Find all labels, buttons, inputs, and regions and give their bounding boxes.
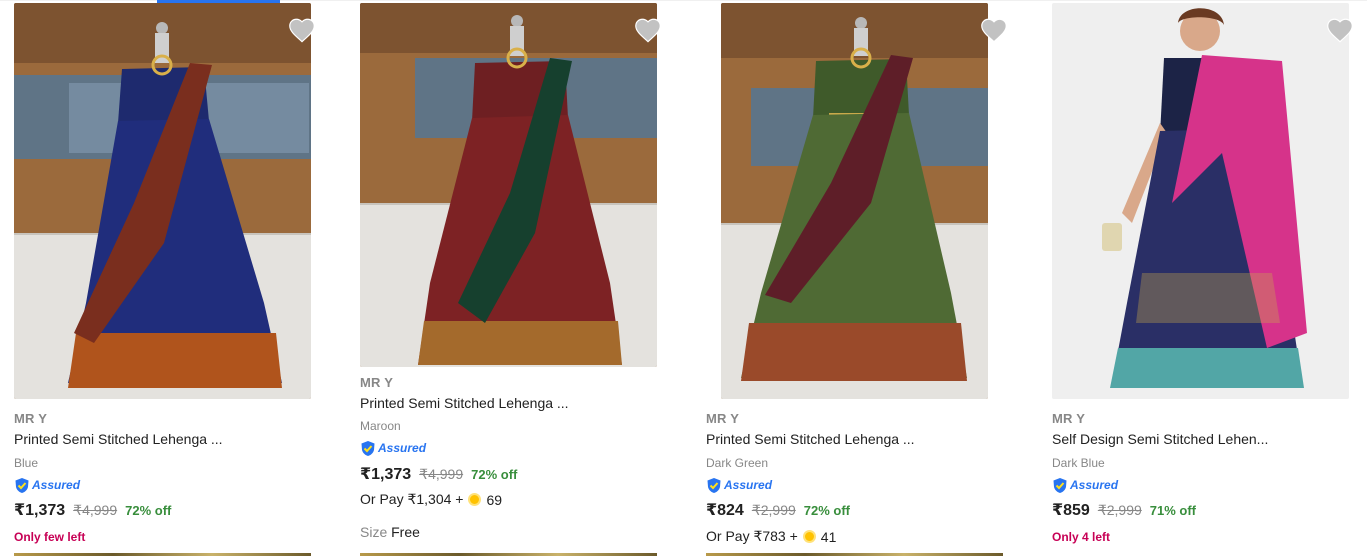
discount-percent: 72% off [471, 467, 518, 482]
or-pay-amount: Or Pay ₹783 + [706, 528, 798, 544]
product-image-3[interactable] [721, 3, 988, 399]
assured-label: Assured [32, 478, 81, 492]
product-card-3[interactable]: MR Y Printed Semi Stitched Lehenga ... D… [692, 0, 1022, 556]
product-color: Blue [14, 456, 39, 470]
product-card-4[interactable]: MR Y Self Design Semi Stitched Lehen... … [1038, 0, 1367, 556]
product-image-4[interactable] [1052, 3, 1349, 399]
product-color: Dark Blue [1052, 456, 1105, 470]
wishlist-heart-icon[interactable] [980, 17, 1008, 43]
price-row: ₹824 ₹2,999 72% off [706, 500, 850, 520]
wishlist-heart-icon[interactable] [1326, 17, 1354, 43]
assured-label: Assured [724, 478, 773, 492]
price-row: ₹1,373 ₹4,999 72% off [360, 464, 517, 484]
discount-percent: 72% off [125, 503, 172, 518]
coin-count: 69 [486, 491, 503, 508]
discount-percent: 71% off [1149, 503, 1197, 518]
supercoin-icon [468, 493, 482, 506]
selling-price: ₹859 [1052, 502, 1090, 519]
assured-shield-icon [1053, 477, 1067, 493]
size-value: Free [391, 524, 420, 540]
supercoin-icon [802, 530, 816, 543]
assured-label: Assured [378, 441, 427, 455]
or-pay-amount: Or Pay ₹1,304 + [360, 491, 464, 507]
price-row: ₹859 ₹2,999 71% off [1052, 500, 1196, 520]
product-card-2[interactable]: MR Y Printed Semi Stitched Lehenga ... M… [346, 0, 676, 556]
product-title[interactable]: Printed Semi Stitched Lehenga ... [706, 431, 915, 447]
selling-price: ₹824 [706, 502, 744, 519]
original-price: ₹2,999 [751, 502, 796, 518]
or-pay-with-coins: Or Pay ₹783 + 41 [706, 528, 836, 545]
assured-shield-icon [15, 477, 29, 493]
product-title[interactable]: Printed Semi Stitched Lehenga ... [360, 395, 569, 411]
product-brand: MR Y [14, 411, 48, 426]
assured-shield-icon [361, 440, 375, 456]
assured-shield-icon [707, 477, 721, 493]
product-brand: MR Y [706, 411, 740, 426]
product-image-2[interactable] [360, 3, 657, 367]
lehenga-mannequin-image [14, 3, 311, 399]
stock-note: Only 4 left [1052, 530, 1111, 544]
assured-badge: Assured [1052, 476, 1118, 494]
assured-label: Assured [1070, 478, 1119, 492]
product-color: Maroon [360, 419, 401, 433]
assured-badge: Assured [14, 476, 80, 494]
product-brand: MR Y [360, 375, 394, 390]
wishlist-heart-icon[interactable] [288, 17, 316, 43]
price-row: ₹1,373 ₹4,999 72% off [14, 500, 171, 520]
product-title[interactable]: Self Design Semi Stitched Lehen... [1052, 431, 1268, 447]
product-brand: MR Y [1052, 411, 1086, 426]
lehenga-mannequin-image [360, 3, 657, 367]
discount-percent: 72% off [803, 503, 851, 518]
lehenga-mannequin-image [721, 3, 988, 399]
coin-count: 41 [820, 528, 837, 545]
size-label: Size [360, 524, 388, 540]
product-image-1[interactable] [14, 3, 311, 399]
product-title[interactable]: Printed Semi Stitched Lehenga ... [14, 431, 223, 447]
wishlist-heart-icon[interactable] [634, 17, 662, 43]
or-pay-with-coins: Or Pay ₹1,304 + 69 [360, 491, 502, 508]
original-price: ₹2,999 [1097, 502, 1142, 518]
original-price: ₹4,999 [73, 502, 118, 518]
lehenga-model-image [1052, 3, 1349, 399]
assured-badge: Assured [360, 439, 426, 457]
assured-badge: Assured [706, 476, 772, 494]
selling-price: ₹1,373 [360, 466, 412, 483]
product-card-1[interactable]: MR Y Printed Semi Stitched Lehenga ... B… [0, 0, 330, 556]
size-info: Size Free [360, 524, 420, 540]
original-price: ₹4,999 [419, 466, 464, 482]
selling-price: ₹1,373 [14, 502, 66, 519]
product-color: Dark Green [706, 456, 769, 470]
stock-note: Only few left [14, 530, 86, 544]
